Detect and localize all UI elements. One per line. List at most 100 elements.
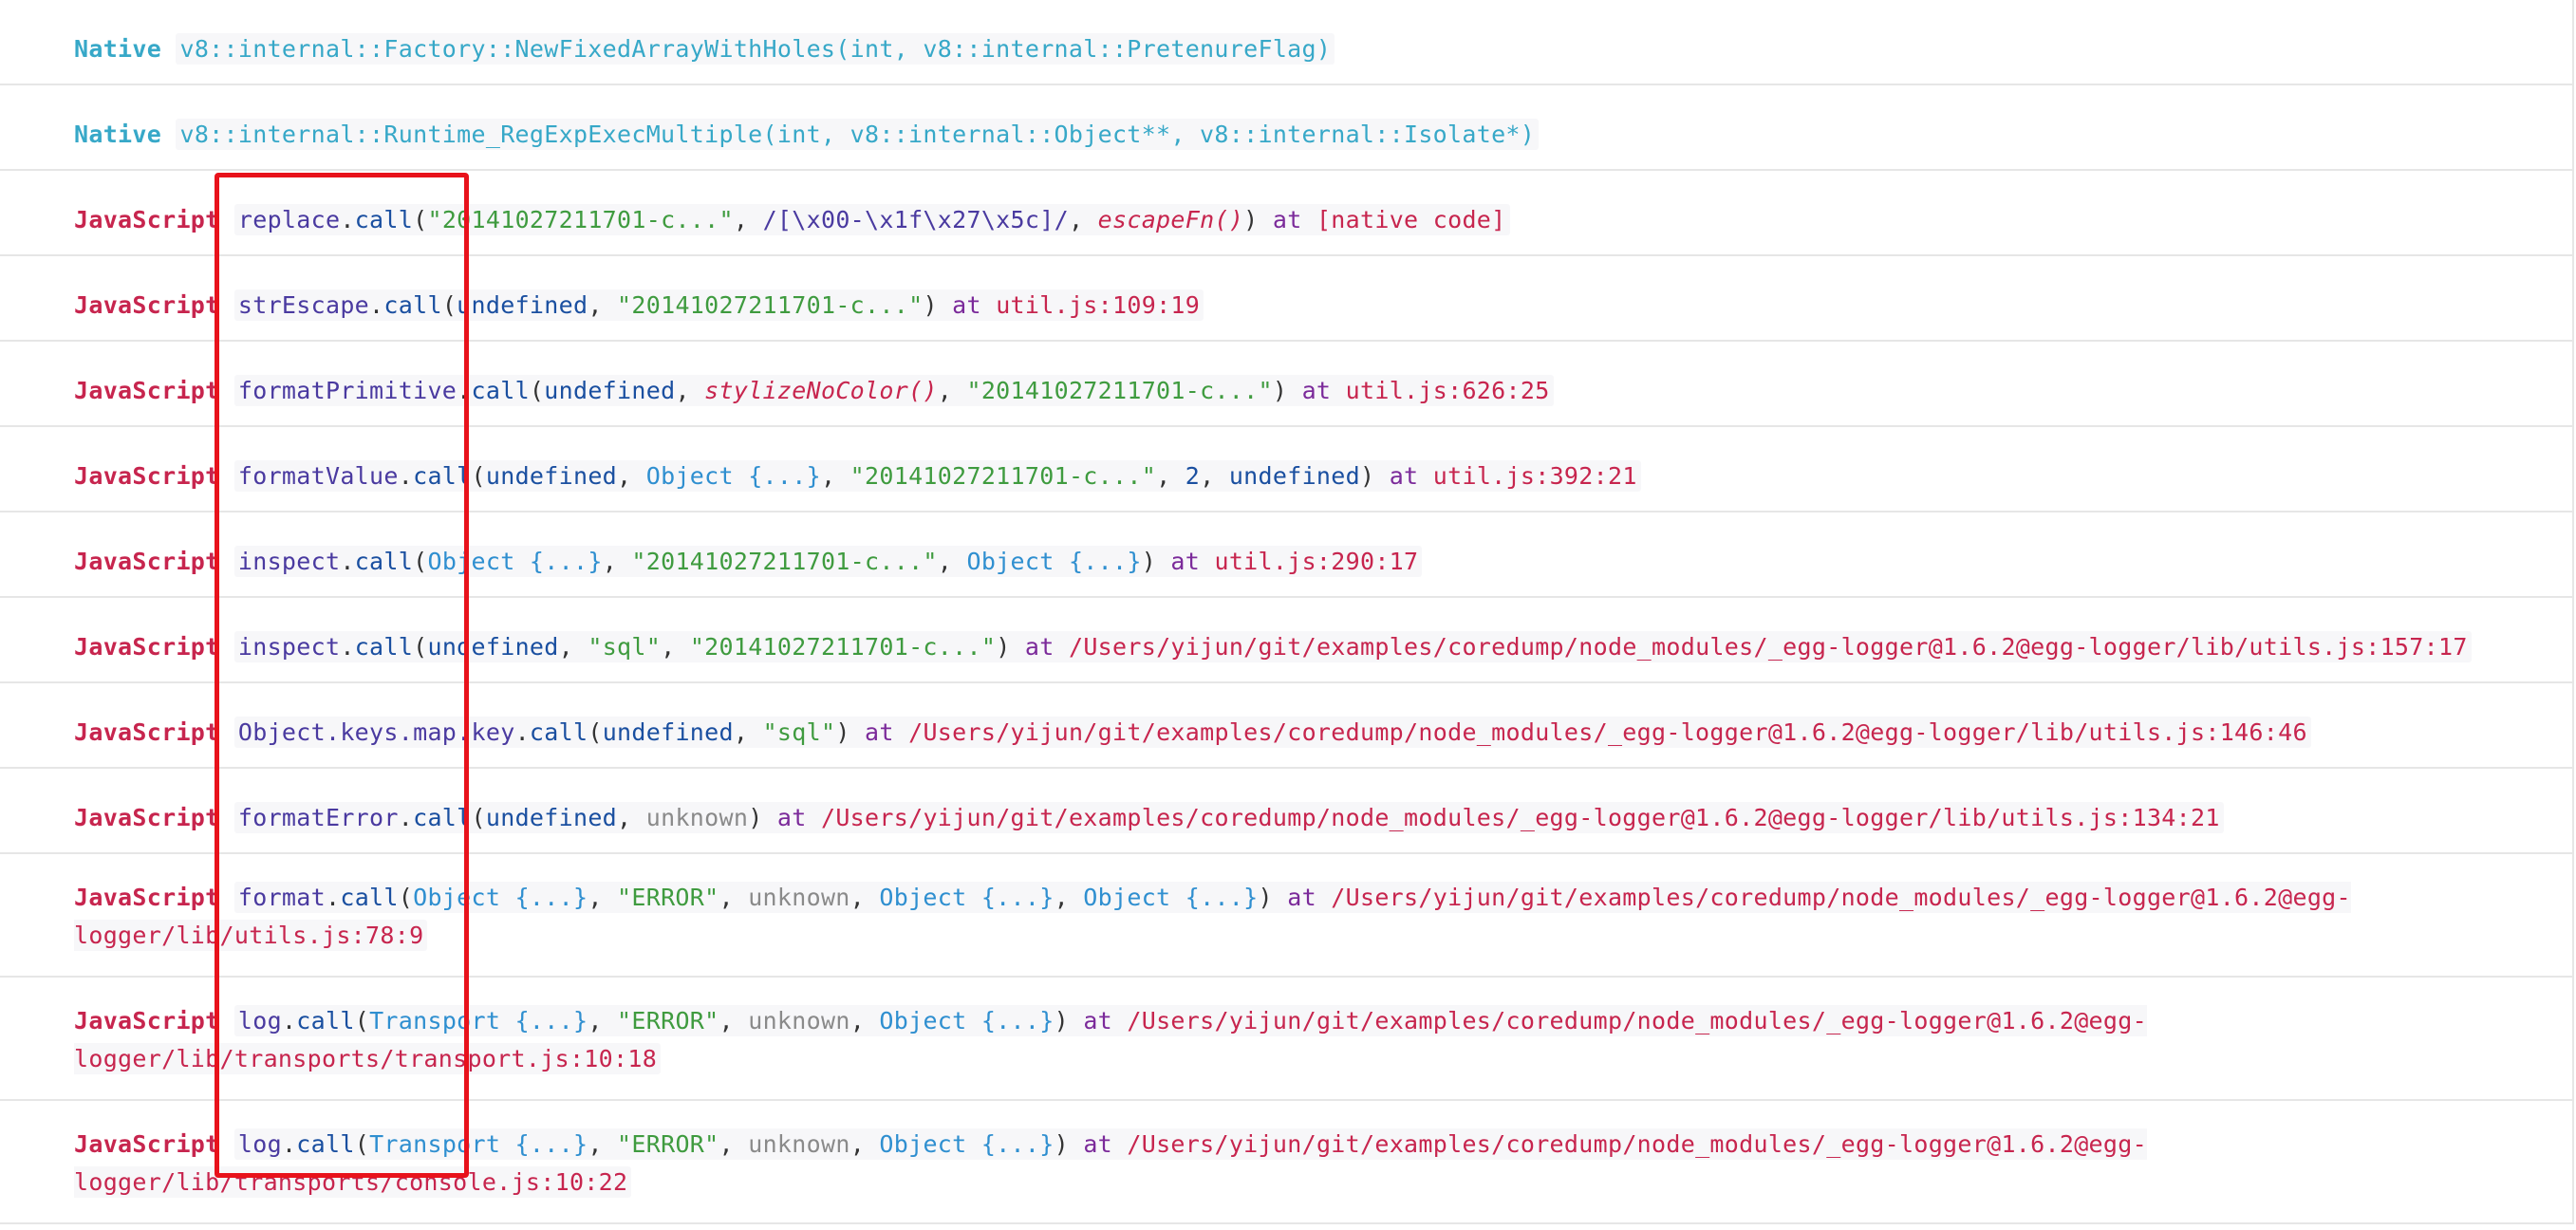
stack-frame-row[interactable]: Native v8::internal::Runtime_RegExpExecM… [0,85,2574,171]
code-token-unknown: unknown [645,804,749,831]
stack-frame-row[interactable]: JavaScript formatError.call(undefined, u… [0,769,2574,854]
stack-frame-row[interactable]: JavaScript inspect.call(Object {...}, "2… [0,512,2574,598]
code-token-fn: replace [237,206,341,233]
stack-frame-text: Native v8::internal::Factory::NewFixedAr… [74,30,2553,68]
frame-type-label: JavaScript [74,1130,220,1158]
stack-frame-text: JavaScript Object.keys.map.key.call(unde… [74,714,2553,752]
code-token-punc: ) [1243,206,1273,233]
stack-frame-row[interactable]: JavaScript inspect.call(undefined, "sql"… [0,598,2574,683]
code-token-str: "20141027211701-c..." [966,377,1273,404]
frame-code: replace.call("20141027211701-c...", /[\x… [233,204,1510,235]
frame-code: formatError.call(undefined, unknown) at … [233,802,2224,833]
frame-code: strEscape.call(undefined, "2014102721170… [233,289,1204,321]
code-token-punc: , [849,884,880,911]
code-token-punc: , [602,548,632,575]
code-token-punc: ( [529,377,545,404]
code-token-loc[interactable]: util.js:392:21 [1433,462,1637,490]
frame-code: log.call(Transport {...}, "ERROR", unkno… [74,1005,2147,1074]
code-token-punc: , [588,884,618,911]
code-token-loc[interactable]: util.js:626:25 [1346,377,1550,404]
code-token-loc[interactable]: util.js:290:17 [1214,548,1418,575]
code-token-call: call [471,377,530,404]
code-token-call: call [354,633,414,661]
frame-type-label: JavaScript [74,718,220,746]
stack-frame-row[interactable]: JavaScript log.call(Transport {...}, "ER… [0,1101,2574,1224]
frame-type-label: JavaScript [74,1007,220,1034]
code-token-at: at [1272,206,1316,233]
code-token-dot: . [398,804,414,831]
code-token-loc[interactable]: util.js:109:19 [996,291,1200,319]
code-token-punc: ( [413,206,428,233]
code-token-punc: , [558,633,588,661]
code-token-call: call [296,1007,355,1034]
stack-frame-text: JavaScript log.call(Transport {...}, "ER… [74,1002,2553,1078]
code-token-kw-undef: undefined [485,462,618,490]
code-token-unknown: unknown [748,1130,850,1158]
code-token-native-sig: v8::internal::Factory::NewFixedArrayWith… [179,35,1332,63]
code-token-punc: , [820,462,850,490]
code-token-call: call [354,548,414,575]
code-token-str: "20141027211701-c..." [689,633,997,661]
code-token-fn: formatError [237,804,399,831]
code-token-dot: . [398,462,414,490]
code-token-obj: Object {...} [1083,884,1259,911]
code-token-native-sig: v8::internal::Runtime_RegExpExecMultiple… [179,121,1536,148]
stack-frame-text: JavaScript replace.call("20141027211701-… [74,201,2553,239]
code-token-call: call [383,291,442,319]
code-token-str: "ERROR" [617,1130,719,1158]
code-token-fn: format [237,884,326,911]
code-token-loc[interactable]: /Users/yijun/git/examples/coredump/node_… [1069,633,2468,661]
stack-frame-row[interactable]: JavaScript format.call(Object {...}, "ER… [0,854,2574,978]
code-token-at: at [952,291,997,319]
stack-frame-row[interactable]: Native v8::internal::Factory::NewFixedAr… [0,0,2574,85]
code-token-at: at [1389,462,1433,490]
code-token-punc: ( [413,548,428,575]
code-token-punc: ( [588,718,603,746]
code-token-dot: . [325,884,341,911]
code-token-loc[interactable]: /Users/yijun/git/examples/coredump/node_… [821,804,2220,831]
code-token-at: at [1083,1007,1128,1034]
code-token-dot: . [340,633,355,661]
code-token-punc: , [588,1130,618,1158]
code-token-punc: , [719,884,749,911]
frame-code: formatValue.call(undefined, Object {...}… [233,460,1641,492]
code-token-punc: ) [1272,377,1302,404]
code-token-punc: ) [996,633,1025,661]
stack-frame-text: JavaScript formatPrimitive.call(undefine… [74,372,2553,410]
stack-frame-row[interactable]: JavaScript Object.keys.map.key.call(unde… [0,683,2574,769]
stack-frame-row[interactable]: JavaScript replace.call("20141027211701-… [0,171,2574,256]
code-token-fn: formatPrimitive [237,377,457,404]
stack-frame-row[interactable]: JavaScript strEscape.call(undefined, "20… [0,256,2574,342]
code-token-unknown: unknown [748,1007,850,1034]
code-token-punc: , [661,633,690,661]
code-token-dot: . [369,291,384,319]
code-token-call: call [354,206,414,233]
code-token-italic-fn: escapeFn() [1097,206,1244,233]
code-token-punc: ) [1141,548,1171,575]
code-token-call: call [529,718,588,746]
code-token-at: at [1287,884,1332,911]
stack-trace-list: Native v8::internal::Factory::NewFixedAr… [0,0,2576,1224]
code-token-str: "sql" [762,718,836,746]
code-token-punc: ) [1054,1130,1084,1158]
stack-frame-row[interactable]: JavaScript formatValue.call(undefined, O… [0,427,2574,512]
stack-frame-row[interactable]: JavaScript log.call(Transport {...}, "ER… [0,978,2574,1101]
stack-frame-row[interactable]: JavaScript formatPrimitive.call(undefine… [0,342,2574,427]
frame-type-label: JavaScript [74,884,220,911]
code-token-italic-fn: stylizeNoColor() [704,377,938,404]
frame-code: inspect.call(undefined, "sql", "20141027… [233,631,2472,662]
code-token-loc[interactable]: /Users/yijun/git/examples/coredump/node_… [908,718,2307,746]
code-token-punc: ) [748,804,777,831]
code-token-punc: ) [1054,1007,1084,1034]
stack-frame-text: Native v8::internal::Runtime_RegExpExecM… [74,116,2553,154]
code-token-str: "ERROR" [617,1007,719,1034]
code-token-kw-undef: undefined [1228,462,1360,490]
frame-type-label: Native [74,35,162,63]
code-token-punc: , [588,291,618,319]
code-token-punc: , [733,718,763,746]
code-token-str: "20141027211701-c..." [849,462,1157,490]
code-token-at: at [1083,1130,1128,1158]
code-token-at: at [1170,548,1215,575]
code-token-loc[interactable]: [native code] [1316,206,1506,233]
code-token-punc: ( [471,462,486,490]
